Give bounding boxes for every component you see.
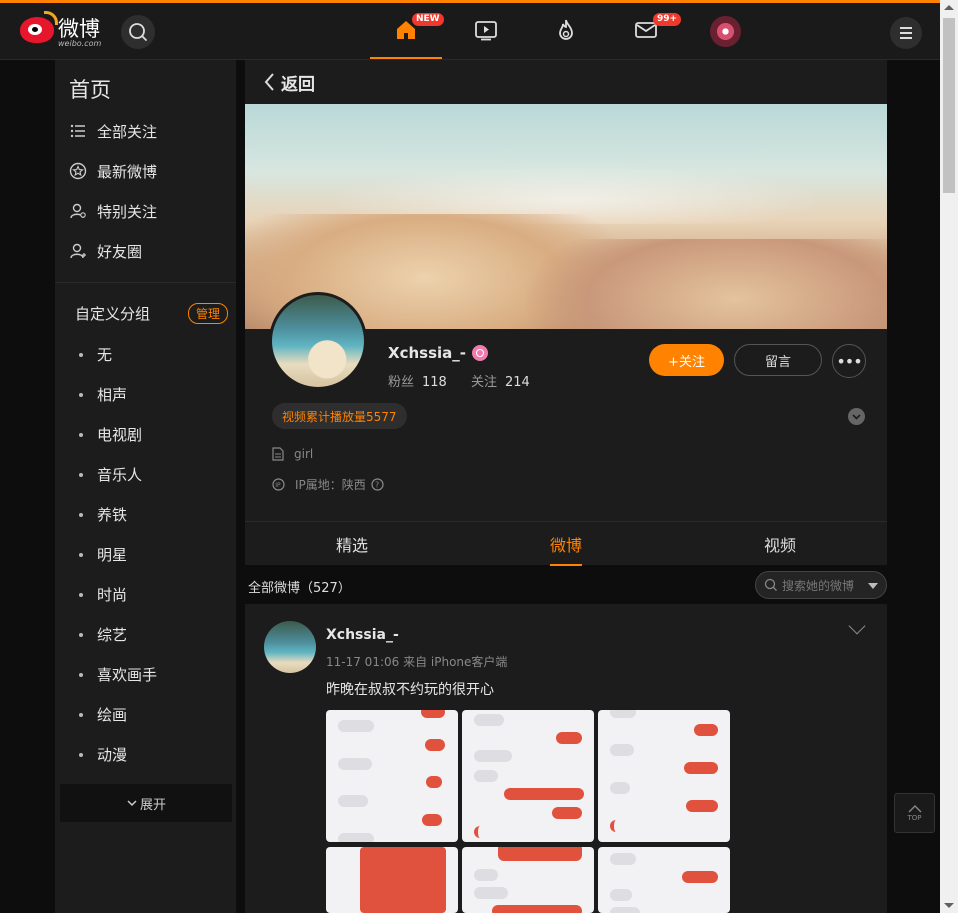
ip-icon: IP [272,478,285,491]
document-icon [272,447,284,461]
chevron-down-icon [127,800,137,807]
post-author[interactable]: Xchssia_- [326,627,399,643]
profile-tabs: 精选 微博 视频 [245,521,887,566]
search-button[interactable] [121,15,155,49]
manage-button[interactable]: 管理 [188,303,229,324]
following-count[interactable]: 214 [505,375,530,390]
search-icon [764,578,777,591]
post-image[interactable] [462,847,594,913]
scroll-up-icon[interactable] [944,5,954,10]
group-item[interactable]: 音乐人 [79,464,142,485]
group-item[interactable]: 时尚 [79,584,127,605]
tab-weibo[interactable]: 微博 [459,522,673,566]
group-item[interactable]: 动漫 [79,744,127,765]
group-item[interactable]: 综艺 [79,624,127,645]
play-count-tag: 视频累计播放量5577 [272,403,407,429]
arrow-up-icon [908,805,921,813]
post-image[interactable] [598,847,730,913]
nav-mail[interactable]: 99+ [610,7,682,59]
message-button[interactable]: 留言 [734,344,822,376]
post-image[interactable] [598,710,730,842]
svg-text:IP: IP [275,482,281,489]
vip-icon [471,345,488,361]
sidebar: 首页 全部关注 最新微博 特别关注 好友圈 自定义分组 管理 无 相声 电视剧 … [55,60,236,913]
back-to-top-button[interactable]: TOP [894,793,935,833]
hot-icon [559,19,573,40]
mail-badge: 99+ [653,13,682,26]
search-icon [129,23,147,41]
sidebar-item-friends[interactable]: 好友圈 [69,239,142,263]
nav-video[interactable] [450,7,522,59]
post-menu-icon[interactable] [848,617,866,635]
scroll-thumb[interactable] [943,18,955,193]
group-item[interactable]: 明星 [79,544,127,565]
expand-button[interactable]: 展开 [60,784,232,822]
profile-name: Xchssia_- [388,344,488,362]
profile-stats: 粉丝 118 关注 214 [388,375,530,390]
sidebar-item-latest[interactable]: 最新微博 [69,159,157,183]
sidebar-item-all-follow[interactable]: 全部关注 [69,119,157,143]
nav-home[interactable]: NEW [370,7,444,59]
top-bar: 微博 weibo.com NEW 99+ [0,0,940,60]
user-avatar[interactable] [710,16,741,47]
profile-bio: girl [272,447,313,461]
post-card: Xchssia_- 11-17 01:06 来自 iPhone客户端 昨晚在叔叔… [245,604,887,913]
follow-button[interactable]: +关注 [649,344,724,376]
tab-video[interactable]: 视频 [673,522,887,566]
star-icon [69,162,87,180]
chevron-down-icon [852,414,861,420]
post-image[interactable] [326,847,458,913]
friends-icon [70,243,86,259]
svg-text:?: ? [375,481,379,490]
new-badge: NEW [412,13,444,26]
all-posts-count: 全部微博（527） [248,581,351,596]
sidebar-item-special[interactable]: 特别关注 [69,199,157,223]
main-content: 返回 Xchssia_- 粉丝 118 关注 214 +关注 留言 ••• 视频累计… [245,60,887,913]
post-image[interactable] [462,710,594,842]
post-image[interactable] [326,710,458,842]
post-avatar[interactable] [264,621,316,673]
expand-profile-button[interactable] [848,408,865,425]
fans-count[interactable]: 118 [422,375,447,390]
scroll-down-icon[interactable] [944,903,954,908]
profile-banner [245,104,887,329]
weibo-logo[interactable]: 微博 weibo.com [20,11,120,51]
video-icon [475,21,497,41]
group-item[interactable]: 电视剧 [79,424,142,445]
more-button[interactable]: ••• [832,344,866,378]
group-item[interactable]: 绘画 [79,704,127,725]
special-user-icon [70,203,86,219]
logo-subtext: weibo.com [58,39,102,48]
menu-icon [900,27,912,39]
profile-ip: IP IP属地：陕西 ? [272,476,384,493]
sidebar-title: 首页 [69,78,111,102]
group-item[interactable]: 相声 [79,384,127,405]
profile-avatar[interactable] [269,292,367,390]
post-meta: 11-17 01:06 来自 iPhone客户端 [326,655,508,669]
nav-hot[interactable] [530,7,602,59]
help-icon[interactable]: ? [371,478,384,491]
dropdown-icon[interactable] [868,583,878,589]
sidebar-divider [55,282,236,283]
post-text: 昨晚在叔叔不约玩的很开心 [326,682,494,698]
tab-featured[interactable]: 精选 [245,522,459,566]
back-button[interactable]: 返回 [245,60,887,104]
menu-button[interactable] [890,17,922,49]
group-item[interactable]: 无 [79,344,112,365]
custom-group-title: 自定义分组 [75,305,151,323]
profile-card: Xchssia_- 粉丝 118 关注 214 +关注 留言 ••• 视频累计播放量… [245,292,887,521]
post-search-input[interactable]: 搜索她的微博 [755,571,887,599]
page-scrollbar[interactable] [940,0,958,913]
group-item[interactable]: 喜欢画手 [79,664,157,685]
group-item[interactable]: 养铁 [79,504,127,525]
list-icon [70,124,85,138]
chevron-left-icon [264,73,274,91]
